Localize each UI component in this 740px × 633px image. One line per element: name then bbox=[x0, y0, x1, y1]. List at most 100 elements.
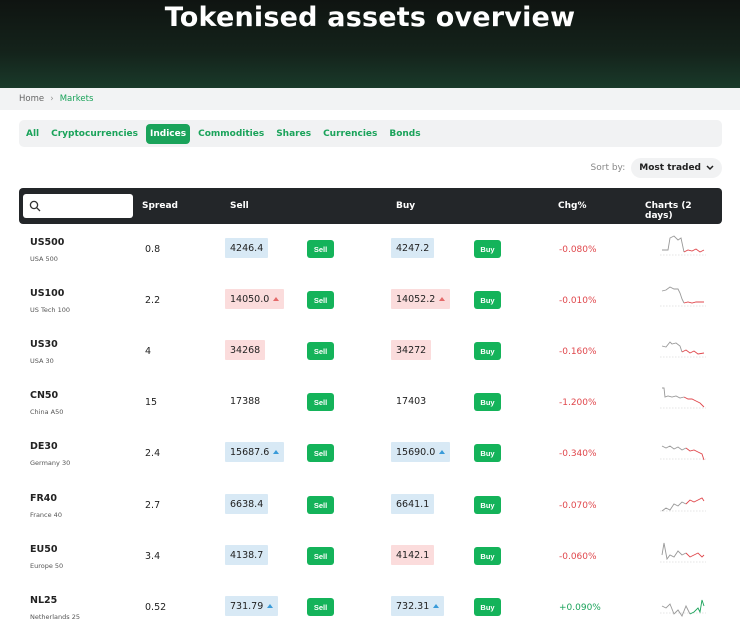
sell-price: 4138.7 bbox=[225, 545, 269, 565]
sparkline-history bbox=[661, 341, 683, 353]
sparkline-chart[interactable] bbox=[660, 332, 706, 368]
sparkline-chart[interactable] bbox=[660, 383, 706, 419]
sell-button[interactable]: Sell bbox=[307, 342, 334, 360]
buy-price-value: 6641.1 bbox=[396, 498, 430, 510]
sell-button[interactable]: Sell bbox=[307, 547, 334, 565]
header-charts: Charts (2 days) bbox=[645, 201, 692, 221]
buy-button[interactable]: Buy bbox=[474, 496, 501, 514]
tab-bonds[interactable]: Bonds bbox=[385, 124, 424, 144]
search-input[interactable] bbox=[45, 201, 131, 211]
buy-button[interactable]: Buy bbox=[474, 598, 501, 616]
breadcrumb-bar: Home › Markets bbox=[0, 88, 740, 110]
sell-price: 4246.4 bbox=[225, 238, 269, 258]
search-box[interactable] bbox=[23, 194, 133, 218]
buy-price: 15690.0 bbox=[391, 442, 451, 462]
sell-price-value: 14050.0 bbox=[230, 293, 270, 305]
buy-button[interactable]: Buy bbox=[474, 444, 501, 462]
breadcrumb-current[interactable]: Markets bbox=[60, 94, 94, 104]
instrument-name: USA 500 bbox=[30, 255, 58, 263]
tab-shares[interactable]: Shares bbox=[272, 124, 315, 144]
spread-value: 2.7 bbox=[145, 500, 161, 511]
instrument-symbol[interactable]: NL25 bbox=[30, 595, 57, 606]
sell-price: 731.79 bbox=[225, 596, 279, 616]
spread-value: 2.4 bbox=[145, 448, 161, 459]
tab-indices[interactable]: Indices bbox=[146, 123, 191, 144]
buy-button[interactable]: Buy bbox=[474, 291, 501, 309]
sparkline-history bbox=[661, 286, 685, 304]
table-row[interactable]: US30 USA 30 4 34268 Sell 34272 Buy -0.16… bbox=[19, 326, 722, 377]
instrument-symbol[interactable]: US100 bbox=[30, 288, 64, 299]
instrument-symbol[interactable]: US500 bbox=[30, 237, 64, 248]
table-row[interactable]: NL25 Netherlands 25 0.52 731.79 Sell 732… bbox=[19, 582, 722, 633]
triangle-up-icon bbox=[439, 450, 446, 454]
sell-button[interactable]: Sell bbox=[307, 444, 334, 462]
buy-price: 34272 bbox=[391, 340, 432, 360]
sparkline-chart[interactable] bbox=[660, 486, 706, 522]
instrument-symbol[interactable]: EU50 bbox=[30, 544, 57, 555]
table-row[interactable]: CN50 China A50 15 17388 Sell 17403 Buy -… bbox=[19, 377, 722, 428]
sell-price-value: 6638.4 bbox=[230, 498, 264, 510]
buy-price-value: 17403 bbox=[396, 395, 427, 407]
buy-button[interactable]: Buy bbox=[474, 547, 501, 565]
header-chg[interactable]: Chg% bbox=[558, 201, 586, 211]
sparkline-chart[interactable] bbox=[660, 230, 706, 266]
sell-price-value: 4138.7 bbox=[230, 549, 264, 561]
sparkline-chart[interactable] bbox=[660, 537, 706, 573]
instrument-name: US Tech 100 bbox=[30, 306, 70, 314]
change-percent: -0.070% bbox=[559, 501, 597, 511]
instrument-symbol[interactable]: DE30 bbox=[30, 441, 58, 452]
instrument-symbol[interactable]: CN50 bbox=[30, 390, 58, 401]
instrument-symbol[interactable]: US30 bbox=[30, 339, 58, 350]
buy-price: 4247.2 bbox=[391, 238, 435, 258]
sparkline-chart[interactable] bbox=[660, 281, 706, 317]
tab-commodities[interactable]: Commodities bbox=[194, 124, 268, 144]
sell-button[interactable]: Sell bbox=[307, 240, 334, 258]
sort-label: Sort by: bbox=[590, 163, 626, 173]
table-row[interactable]: US100 US Tech 100 2.2 14050.0 Sell 14052… bbox=[19, 275, 722, 326]
buy-button[interactable]: Buy bbox=[474, 393, 501, 411]
breadcrumb: Home › Markets bbox=[19, 94, 93, 104]
sparkline-recent bbox=[689, 599, 705, 615]
category-tabs: All Cryptocurrencies Indices Commodities Sha… bbox=[19, 120, 722, 147]
change-percent: -0.010% bbox=[559, 296, 597, 306]
change-percent: -0.080% bbox=[559, 245, 597, 255]
sell-price-value: 34268 bbox=[230, 344, 261, 356]
header-sell[interactable]: Sell bbox=[230, 201, 249, 211]
sparkline-recent bbox=[683, 396, 705, 408]
hero-banner: Tokenised assets overview bbox=[0, 0, 740, 88]
tab-currencies[interactable]: Currencies bbox=[319, 124, 381, 144]
header-buy[interactable]: Buy bbox=[396, 201, 415, 211]
triangle-up-icon bbox=[273, 297, 280, 301]
sell-price: 34268 bbox=[225, 340, 266, 360]
sell-button[interactable]: Sell bbox=[307, 598, 334, 616]
breadcrumb-home[interactable]: Home bbox=[19, 94, 44, 104]
buy-price: 17403 bbox=[391, 391, 431, 411]
sparkline-chart[interactable] bbox=[660, 434, 706, 470]
sparkline-recent bbox=[685, 447, 705, 461]
sparkline-history bbox=[661, 445, 687, 451]
table-row[interactable]: FR40 France 40 2.7 6638.4 Sell 6641.1 Bu… bbox=[19, 480, 722, 531]
tab-all[interactable]: All bbox=[22, 124, 43, 144]
table-row[interactable]: EU50 Europe 50 3.4 4138.7 Sell 4142.1 Bu… bbox=[19, 531, 722, 582]
buy-button[interactable]: Buy bbox=[474, 240, 501, 258]
header-spread[interactable]: Spread bbox=[142, 201, 178, 211]
sparkline-recent bbox=[681, 349, 705, 355]
sell-price-value: 15687.6 bbox=[230, 446, 270, 458]
sort-dropdown[interactable]: Most traded bbox=[631, 158, 722, 178]
sparkline-recent bbox=[685, 552, 705, 558]
instrument-name: China A50 bbox=[30, 408, 64, 416]
buy-button[interactable]: Buy bbox=[474, 342, 501, 360]
instrument-symbol[interactable]: FR40 bbox=[30, 493, 57, 504]
change-percent: -0.340% bbox=[559, 449, 597, 459]
sell-button[interactable]: Sell bbox=[307, 496, 334, 514]
instrument-name: USA 30 bbox=[30, 357, 54, 365]
triangle-up-icon bbox=[439, 297, 446, 301]
tab-cryptocurrencies[interactable]: Cryptocurrencies bbox=[47, 124, 142, 144]
sell-button[interactable]: Sell bbox=[307, 291, 334, 309]
table-row[interactable]: DE30 Germany 30 2.4 15687.6 Sell 15690.0… bbox=[19, 428, 722, 479]
sparkline-chart[interactable] bbox=[660, 588, 706, 624]
sell-button[interactable]: Sell bbox=[307, 393, 334, 411]
table-row[interactable]: US500 USA 500 0.8 4246.4 Sell 4247.2 Buy… bbox=[19, 224, 722, 275]
change-percent: -0.160% bbox=[559, 347, 597, 357]
table-header: Spread Sell Buy Chg% Charts (2 days) bbox=[19, 188, 722, 224]
